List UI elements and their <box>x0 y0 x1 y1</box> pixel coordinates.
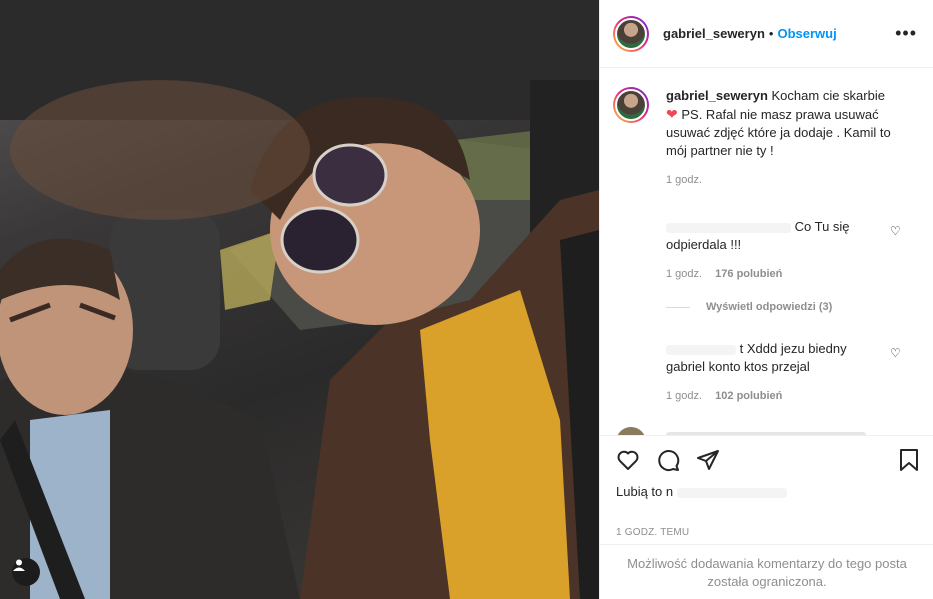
user-tag-button[interactable] <box>12 558 40 586</box>
share-icon[interactable] <box>696 448 720 472</box>
bookmark-icon <box>900 449 918 471</box>
view-replies-label: Wyświetl odpowiedzi (3) <box>706 301 833 313</box>
photo-illustration <box>0 0 599 599</box>
comment-likes[interactable]: 176 polubień <box>715 268 782 280</box>
post-header: gabriel_seweryn • Obserwuj ••• <box>600 0 933 68</box>
blurred-username <box>666 344 736 355</box>
author-username[interactable]: gabriel_seweryn <box>663 26 765 41</box>
comment-likes[interactable]: 102 polubień <box>715 390 782 402</box>
caption-text-part2: PS. Rafal nie masz prawa usuwać usuwać z… <box>666 107 891 158</box>
caption-username[interactable]: gabriel_seweryn <box>666 88 768 103</box>
comment-like-heart-icon[interactable]: ♡ <box>890 346 901 360</box>
comment-text: Co Tu się odpierdala !!! <box>666 219 850 252</box>
comment-like-heart-icon[interactable]: ♡ <box>890 224 901 238</box>
author-avatar[interactable] <box>613 15 649 52</box>
avatar-image <box>615 89 647 121</box>
follow-button[interactable]: Obserwuj <box>777 26 836 41</box>
caption-time[interactable]: 1 godz. <box>666 174 913 186</box>
post-photo[interactable] <box>0 0 599 599</box>
comment-time[interactable]: 1 godz. <box>666 390 702 402</box>
comment-text: t Xddd jezu biedny gabriel konto ktos pr… <box>666 341 847 374</box>
post-panel: gabriel_seweryn • Obserwuj ••• gabriel_s… <box>599 0 933 599</box>
post-actions: Lubią to n 1 GODZ. TEMU <box>600 435 933 538</box>
likes-summary[interactable]: Lubią to n <box>616 484 787 499</box>
blurred-likers <box>676 487 787 498</box>
caption-text: gabriel_seweryn Kocham cie skarbie ❤ PS.… <box>666 87 913 160</box>
caption-avatar[interactable] <box>613 87 649 123</box>
separator-dot: • <box>768 26 774 41</box>
likes-prefix: Lubią to n <box>616 484 674 499</box>
comment-icon[interactable] <box>656 448 680 472</box>
red-heart-emoji-icon: ❤ <box>666 106 678 122</box>
more-options-icon[interactable]: ••• <box>895 23 917 44</box>
comment-avatar[interactable] <box>616 427 646 435</box>
comments-limited-notice: Możliwość dodawania komentarzy do tego p… <box>600 544 933 599</box>
heart-icon[interactable] <box>616 448 640 472</box>
blurred-username <box>666 222 791 233</box>
user-tag-icon <box>13 559 25 571</box>
save-button[interactable] <box>897 448 921 472</box>
action-buttons <box>616 448 720 472</box>
comments-section[interactable]: gabriel_seweryn Kocham cie skarbie ❤ PS.… <box>600 69 933 435</box>
caption-text-part1: Kocham cie skarbie <box>771 88 885 103</box>
comment-meta: 1 godz. 176 polubień <box>666 268 782 280</box>
view-replies-button[interactable]: Wyświetl odpowiedzi (3) <box>666 301 832 313</box>
post-timestamp[interactable]: 1 GODZ. TEMU <box>616 527 689 538</box>
avatar-image <box>615 17 647 50</box>
comment-time[interactable]: 1 godz. <box>666 268 702 280</box>
caption: gabriel_seweryn Kocham cie skarbie ❤ PS.… <box>613 87 913 186</box>
comment-meta: 1 godz. 102 polubień <box>666 390 782 402</box>
replies-line <box>666 306 690 308</box>
